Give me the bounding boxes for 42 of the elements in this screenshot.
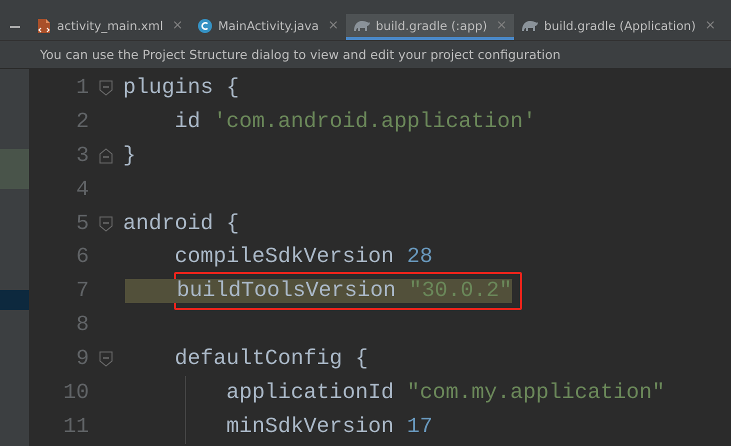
- code-token: id: [174, 110, 202, 134]
- editor-tab[interactable]: build.gradle (:app) ×: [346, 14, 514, 40]
- line-number: 1: [75, 76, 89, 100]
- code-token: 17: [406, 414, 433, 439]
- line-number: 3: [75, 144, 89, 168]
- code-token: buildToolsVersion: [125, 279, 409, 304]
- editor-tab[interactable]: MainActivity.java ×: [190, 14, 346, 40]
- class-icon: [197, 18, 214, 34]
- code-token: defaultConfig {: [174, 347, 368, 372]
- fold-icon[interactable]: [99, 351, 113, 368]
- code-token: 'com.android.application': [213, 110, 536, 134]
- line-number: 5: [75, 212, 89, 236]
- selection-highlight: [0, 149, 29, 189]
- notice-text: You can use the Project Structure dialog to view and edit your project configuration: [40, 47, 561, 62]
- fold-icon[interactable]: [99, 148, 113, 164]
- code-token: applicationId: [225, 380, 395, 405]
- editor-tab[interactable]: activity_main.xml ×: [29, 14, 190, 40]
- selection-highlight: [0, 290, 29, 310]
- elephant-icon: [521, 18, 540, 32]
- line-number: 10: [62, 380, 89, 405]
- close-icon[interactable]: ×: [704, 18, 716, 33]
- fold-icon[interactable]: [99, 80, 113, 96]
- code-token: minSdkVersion: [225, 414, 395, 439]
- code-token: 28: [406, 245, 433, 270]
- elephant-icon: [352, 18, 371, 32]
- line-number: 7: [75, 279, 89, 304]
- code-token: compileSdkVersion: [174, 245, 395, 270]
- line-number: 2: [75, 110, 89, 134]
- code-token: android {: [123, 212, 240, 236]
- code-token: "com.my.application": [406, 380, 665, 405]
- code-token: plugins {: [123, 76, 240, 100]
- code-token: }: [123, 144, 136, 168]
- editor-tab[interactable]: build.gradle (Application) ×: [514, 14, 723, 40]
- close-icon[interactable]: ×: [172, 18, 184, 33]
- line-number: 11: [62, 414, 89, 439]
- close-icon[interactable]: ×: [328, 18, 339, 33]
- line-number: 6: [75, 245, 89, 270]
- line-number: 4: [75, 178, 89, 202]
- line-number: 8: [75, 313, 89, 338]
- fold-icon[interactable]: [99, 216, 113, 232]
- line-number: 9: [75, 347, 89, 372]
- file-icon: [36, 18, 52, 34]
